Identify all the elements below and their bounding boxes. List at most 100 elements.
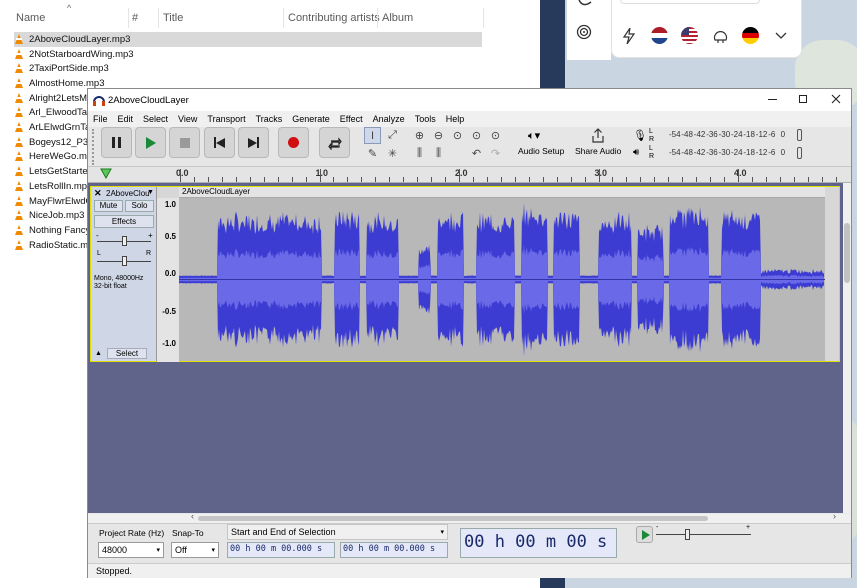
collapse-track-icon[interactable]: ▲ [95,350,102,357]
flag-netherlands-icon[interactable] [651,27,668,44]
play-at-speed-button[interactable] [636,526,653,543]
waveform[interactable] [179,198,825,361]
record-button[interactable] [278,127,309,158]
menu-help[interactable]: Help [441,114,470,124]
meter-slider[interactable] [797,147,802,159]
pan-slider[interactable] [122,256,127,266]
zoom-out-icon[interactable]: ⊖ [430,127,447,144]
file-row[interactable]: 2TaxiPortSide.mp3 [14,61,482,76]
skip-to-start-button[interactable] [204,127,235,158]
play-button[interactable] [135,127,166,158]
stop-button[interactable] [169,127,200,158]
undo-icon[interactable]: ↶ [468,145,485,162]
multi-tool-icon[interactable]: ✳ [384,145,401,162]
selection-start-time[interactable]: 00 h 00 m 00.000 s [227,542,335,558]
microphone-icon[interactable]: 🎙︎ [633,129,647,142]
track-close-icon[interactable]: ✕ [94,188,102,199]
snap-to-value: Off [175,545,187,555]
flag-germany-icon[interactable] [742,27,759,44]
skip-to-end-button[interactable] [238,127,269,158]
time-display[interactable]: 00 h 00 m 00 s [460,528,617,558]
column-divider[interactable] [377,8,378,28]
gain-slider[interactable] [122,236,127,246]
file-row[interactable]: 2AboveCloudLayer.mp3 [14,32,482,47]
selection-end-time[interactable]: 00 h 00 m 00.000 s [340,542,448,558]
mute-button[interactable]: Mute [94,200,123,212]
menu-bar: File Edit Select View Transport Tracks G… [88,111,851,127]
playback-meter[interactable]: -54 -48 -42 -36 -30 -24 -18 -12 -6 0 [669,147,839,159]
redo-icon[interactable]: ↷ [487,145,504,162]
speed-slider[interactable] [685,529,690,540]
track-format-info: Mono, 48000Hz [94,275,144,282]
column-divider[interactable] [128,8,129,28]
search-field-edge[interactable] [620,0,760,4]
maximize-icon[interactable] [799,95,807,103]
project-rate-select[interactable]: 48000 ▾ [98,542,164,558]
menu-tracks[interactable]: Tracks [251,114,288,124]
horizontal-scrollbar[interactable]: ‹ › [88,511,851,523]
loop-button[interactable] [319,127,350,158]
audio-setup-button[interactable]: 🔈︎▾ Audio Setup [516,127,568,159]
column-divider[interactable] [283,8,284,28]
pause-button[interactable] [101,127,132,158]
vertical-scrollbar[interactable] [843,183,851,513]
menu-tools[interactable]: Tools [410,114,441,124]
record-meter[interactable]: -54 -48 -42 -36 -30 -24 -18 -12 -6 0 [669,129,839,141]
column-number[interactable]: # [132,12,138,24]
menu-generate[interactable]: Generate [287,114,335,124]
zoom-in-icon[interactable]: ⊕ [411,127,428,144]
status-bar: Stopped. [88,563,851,578]
column-name[interactable]: Name [16,12,45,24]
clip-name[interactable]: 2AboveCloudLayer [182,187,250,196]
effects-button[interactable]: Effects [94,215,154,228]
snap-to-select[interactable]: Off ▾ [171,542,219,558]
toolbar-grip[interactable] [92,129,95,165]
selection-mode-select[interactable]: Start and End of Selection ▾ [227,524,448,540]
selection-tool-icon[interactable]: I [364,127,381,144]
vertical-scroll-thumb[interactable] [844,223,850,283]
vpn-quick-connect [611,0,802,58]
draw-tool-icon[interactable]: ✎ [364,145,381,162]
trim-audio-icon[interactable]: ⫼ [411,145,428,162]
envelope-tool-icon[interactable]: ⤢ [384,127,401,144]
menu-transport[interactable]: Transport [202,114,250,124]
chevron-down-icon[interactable] [775,32,787,40]
menu-select[interactable]: Select [138,114,173,124]
scroll-left-icon[interactable]: ‹ [191,511,194,521]
flag-usa-icon[interactable] [681,27,698,44]
select-track-button[interactable]: Select [107,348,147,359]
sort-chevron-icon[interactable]: ^ [67,3,71,13]
route-icon[interactable] [577,0,593,8]
fit-selection-icon[interactable]: ⊙ [449,127,466,144]
lightning-icon[interactable] [623,28,635,44]
menu-file[interactable]: File [88,114,113,124]
track-name-menu[interactable]: 2AboveClou [106,189,150,198]
track-menu-chevron-icon[interactable]: ▼ [147,189,154,196]
close-icon[interactable] [831,94,841,104]
meter-slider[interactable] [797,129,802,141]
fit-project-icon[interactable]: ⊙ [468,127,485,144]
menu-view[interactable]: View [173,114,202,124]
meter-scale-label: -48 [681,148,693,157]
share-audio-button[interactable]: Share Audio [574,127,622,159]
horizontal-scroll-thumb[interactable] [198,516,708,521]
menu-edit[interactable]: Edit [113,114,139,124]
file-row[interactable]: 2NotStarboardWing.mp3 [14,47,482,62]
solo-button[interactable]: Solo [125,200,154,212]
minimize-icon[interactable] [768,99,777,100]
menu-effect[interactable]: Effect [335,114,368,124]
playback-speaker-icon[interactable]: 🔊︎ [633,147,639,158]
column-title[interactable]: Title [163,12,183,24]
menu-analyze[interactable]: Analyze [368,114,410,124]
column-divider[interactable] [158,8,159,28]
target-icon[interactable] [576,24,592,40]
zoom-toggle-icon[interactable]: ⊙ [487,127,504,144]
server-icon[interactable] [712,27,729,44]
clip-header[interactable]: 2AboveCloudLayer [179,187,825,198]
column-divider[interactable] [483,8,484,28]
scroll-right-icon[interactable]: › [833,511,836,521]
column-contributing-artists[interactable]: Contributing artists [288,12,380,24]
column-album[interactable]: Album [382,12,413,24]
pin-head-icon[interactable] [100,168,112,179]
silence-audio-icon[interactable]: ⫼ [430,145,447,162]
